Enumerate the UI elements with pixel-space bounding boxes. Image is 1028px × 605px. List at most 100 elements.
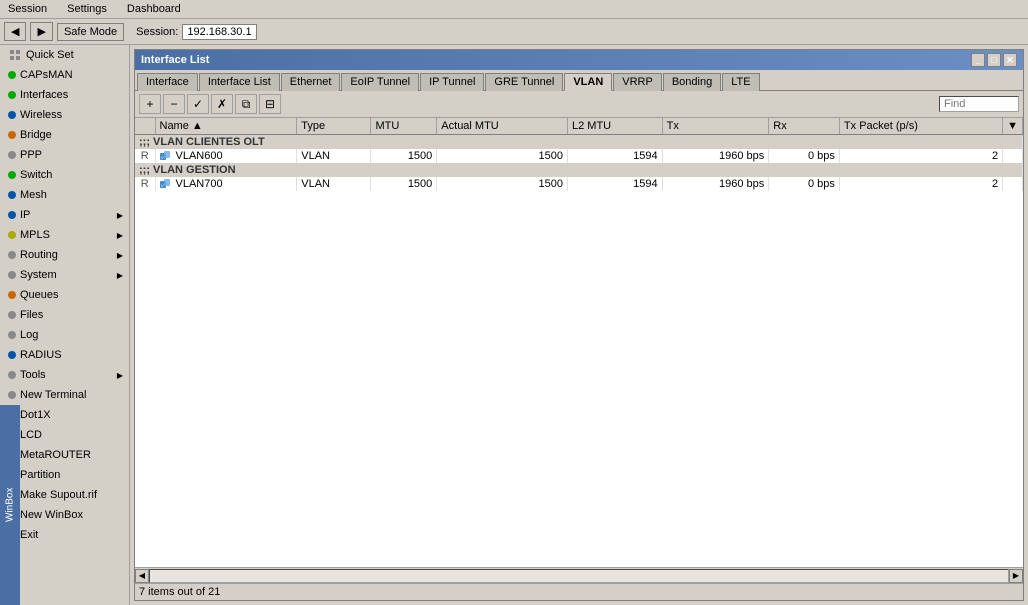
extra-cell	[1003, 149, 1023, 163]
table-container: Name ▲ Type MTU Actual MTU L2 MTU Tx Rx …	[135, 118, 1023, 567]
sidebar-item-mpls[interactable]: MPLS	[0, 225, 129, 245]
menu-bar: Session Settings Dashboard	[0, 0, 1028, 19]
sidebar-label-radius: RADIUS	[20, 349, 62, 361]
tab-bonding[interactable]: Bonding	[663, 73, 721, 91]
find-input[interactable]	[939, 96, 1019, 112]
table-row[interactable]: RVVLAN600VLAN1500150015941960 bps0 bps2	[135, 149, 1023, 163]
actual-mtu-cell: 1500	[437, 149, 568, 163]
col-l2mtu[interactable]: L2 MTU	[567, 118, 662, 135]
sidebar-item-queues[interactable]: Queues	[0, 285, 129, 305]
mtu-cell: 1500	[371, 149, 437, 163]
tab-eoip-tunnel[interactable]: EoIP Tunnel	[341, 73, 419, 91]
sidebar-item-wireless[interactable]: Wireless	[0, 105, 129, 125]
copy-button[interactable]: ⧉	[235, 94, 257, 114]
sidebar-item-bridge[interactable]: Bridge	[0, 125, 129, 145]
tab-gre-tunnel[interactable]: GRE Tunnel	[485, 73, 563, 91]
sidebar-label-files: Files	[20, 309, 43, 321]
tab-lte[interactable]: LTE	[722, 73, 759, 91]
add-button[interactable]: +	[139, 94, 161, 114]
scroll-track[interactable]	[149, 569, 1009, 583]
ip-icon	[8, 211, 16, 219]
tab-ip-tunnel[interactable]: IP Tunnel	[420, 73, 484, 91]
tools-icon	[8, 371, 16, 379]
sidebar-item-switch[interactable]: Switch	[0, 165, 129, 185]
sidebar-item-tools[interactable]: Tools	[0, 365, 129, 385]
sidebar-item-capsman[interactable]: CAPsMAN	[0, 65, 129, 85]
content-area: Interface List _ □ ✕ Interface Interface…	[130, 45, 1028, 605]
maximize-button[interactable]: □	[987, 53, 1001, 67]
mtu-cell: 1500	[371, 177, 437, 191]
tab-ethernet[interactable]: Ethernet	[281, 73, 341, 91]
session-value: 192.168.30.1	[182, 24, 256, 40]
sidebar-item-quick-set[interactable]: Quick Set	[0, 45, 129, 65]
sidebar-item-radius[interactable]: RADIUS	[0, 345, 129, 365]
sidebar-label-switch: Switch	[20, 169, 52, 181]
scroll-left-button[interactable]: ◀	[135, 569, 149, 583]
queues-icon	[8, 291, 16, 299]
ppp-icon	[8, 151, 16, 159]
sidebar-item-mesh[interactable]: Mesh	[0, 185, 129, 205]
sidebar-label-partition: Partition	[20, 469, 60, 481]
filter-button[interactable]: ⊟	[259, 94, 281, 114]
section-header-cell: ;;; VLAN GESTION	[135, 163, 1023, 177]
horizontal-scrollbar[interactable]: ◀ ▶	[135, 567, 1023, 583]
menu-dashboard[interactable]: Dashboard	[123, 2, 185, 16]
sidebar: Quick Set CAPsMAN Interfaces Wireless Br…	[0, 45, 130, 605]
extra-cell	[1003, 177, 1023, 191]
svg-text:V: V	[161, 183, 164, 188]
tab-vlan[interactable]: VLAN	[564, 73, 612, 91]
scroll-right-button[interactable]: ▶	[1009, 569, 1023, 583]
interface-list-window: Interface List _ □ ✕ Interface Interface…	[134, 49, 1024, 601]
col-tx[interactable]: Tx	[662, 118, 769, 135]
capsman-icon	[8, 71, 16, 79]
disable-button[interactable]: ✗	[211, 94, 233, 114]
col-type[interactable]: Type	[297, 118, 371, 135]
sidebar-item-log[interactable]: Log	[0, 325, 129, 345]
type-cell: VLAN	[297, 177, 371, 191]
sidebar-label-quick-set: Quick Set	[26, 49, 74, 61]
sidebar-item-ip[interactable]: IP	[0, 205, 129, 225]
sidebar-label-queues: Queues	[20, 289, 59, 301]
back-button[interactable]: ◀	[4, 22, 26, 41]
enable-button[interactable]: ✓	[187, 94, 209, 114]
sidebar-item-files[interactable]: Files	[0, 305, 129, 325]
remove-button[interactable]: −	[163, 94, 185, 114]
tab-vrrp[interactable]: VRRP	[613, 73, 662, 91]
col-tx-packet[interactable]: Tx Packet (p/s)	[839, 118, 1002, 135]
sidebar-label-tools: Tools	[20, 369, 46, 381]
table-row[interactable]: RVVLAN700VLAN1500150015941960 bps0 bps2	[135, 177, 1023, 191]
sidebar-item-system[interactable]: System	[0, 265, 129, 285]
interfaces-icon	[8, 91, 16, 99]
sidebar-label-lcd: LCD	[20, 429, 42, 441]
minimize-button[interactable]: _	[971, 53, 985, 67]
routing-icon	[8, 251, 16, 259]
menu-settings[interactable]: Settings	[63, 2, 111, 16]
col-actual-mtu[interactable]: Actual MTU	[437, 118, 568, 135]
sidebar-label-bridge: Bridge	[20, 129, 52, 141]
forward-button[interactable]: ▶	[30, 22, 52, 41]
col-expand[interactable]: ▼	[1003, 118, 1023, 135]
flag-cell: R	[135, 149, 155, 163]
col-mtu[interactable]: MTU	[371, 118, 437, 135]
menu-session[interactable]: Session	[4, 2, 51, 16]
sidebar-item-routing[interactable]: Routing	[0, 245, 129, 265]
safe-mode-button[interactable]: Safe Mode	[57, 23, 124, 41]
svg-text:V: V	[161, 155, 164, 160]
vlan-interface-icon: V	[160, 178, 176, 190]
section-header-cell: ;;; VLAN CLIENTES OLT	[135, 135, 1023, 150]
sidebar-label-routing: Routing	[20, 249, 58, 261]
col-name[interactable]: Name ▲	[155, 118, 297, 135]
sidebar-item-new-terminal[interactable]: New Terminal	[0, 385, 129, 405]
close-button[interactable]: ✕	[1003, 53, 1017, 67]
col-flag[interactable]	[135, 118, 155, 135]
tab-interface-list[interactable]: Interface List	[199, 73, 280, 91]
vlan-table: Name ▲ Type MTU Actual MTU L2 MTU Tx Rx …	[135, 118, 1023, 191]
tx-packet-cell: 2	[839, 177, 1002, 191]
tab-interface[interactable]: Interface	[137, 73, 198, 91]
col-rx[interactable]: Rx	[769, 118, 840, 135]
files-icon	[8, 311, 16, 319]
sidebar-label-make-supout: Make Supout.rif	[20, 489, 97, 501]
sidebar-item-interfaces[interactable]: Interfaces	[0, 85, 129, 105]
sidebar-item-ppp[interactable]: PPP	[0, 145, 129, 165]
main-layout: Quick Set CAPsMAN Interfaces Wireless Br…	[0, 45, 1028, 605]
